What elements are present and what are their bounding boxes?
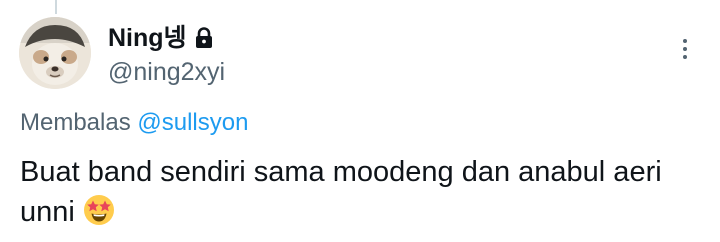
thread-connector-line (55, 0, 57, 14)
avatar-image (19, 17, 91, 89)
reply-context-label: Membalas (20, 109, 131, 136)
tweet-text: Buat band sendiri sama moodeng dan anabu… (20, 156, 662, 228)
author-display-name[interactable]: Ning넹 (108, 22, 187, 54)
star-struck-emoji (83, 194, 115, 237)
tweet-body: Buat band sendiri sama moodeng dan anabu… (20, 152, 710, 237)
avatar[interactable] (19, 17, 91, 89)
reply-context: Membalas @sullsyon (20, 107, 248, 139)
author-name-row: Ning넹 (108, 22, 213, 54)
reply-mention-link[interactable]: @sullsyon (137, 109, 248, 136)
lock-icon (195, 27, 213, 49)
more-options-icon[interactable] (673, 34, 697, 64)
author-handle[interactable]: @ning2xyi (108, 56, 225, 88)
